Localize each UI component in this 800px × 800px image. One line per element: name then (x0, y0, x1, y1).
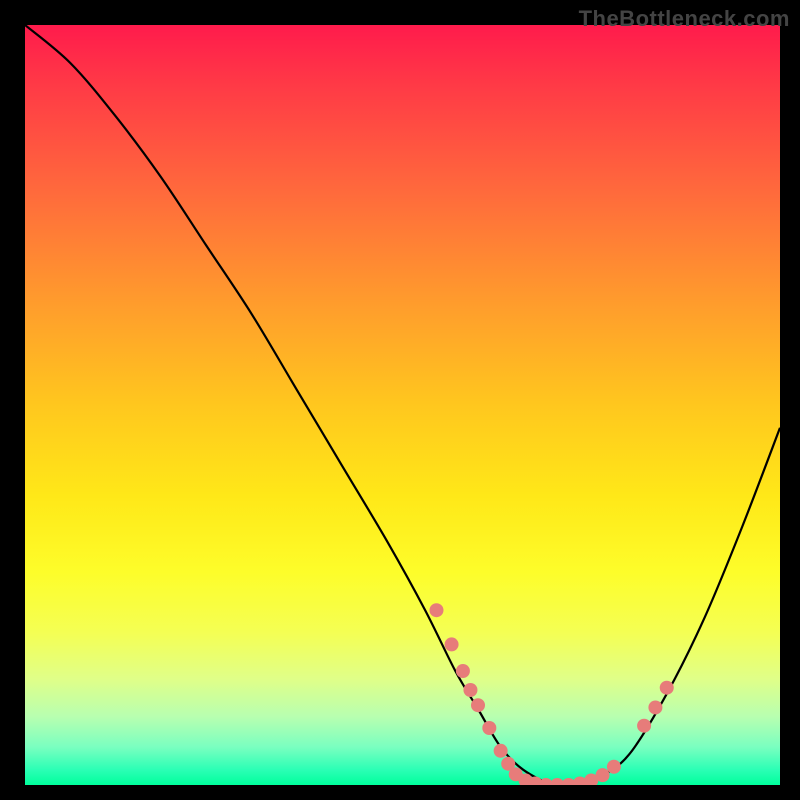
data-point (456, 664, 470, 678)
data-point (596, 768, 610, 782)
data-point (648, 700, 662, 714)
data-point (494, 744, 508, 758)
data-points-group (429, 603, 673, 785)
watermark-text: TheBottleneck.com (579, 6, 790, 32)
data-point (607, 760, 621, 774)
data-point (482, 721, 496, 735)
data-point (429, 603, 443, 617)
bottleneck-curve (25, 25, 780, 785)
curve-svg (25, 25, 780, 785)
data-point (463, 683, 477, 697)
data-point (637, 719, 651, 733)
chart-stage: TheBottleneck.com (0, 0, 800, 800)
data-point (471, 698, 485, 712)
plot-area (25, 25, 780, 785)
data-point (445, 637, 459, 651)
data-point (660, 681, 674, 695)
